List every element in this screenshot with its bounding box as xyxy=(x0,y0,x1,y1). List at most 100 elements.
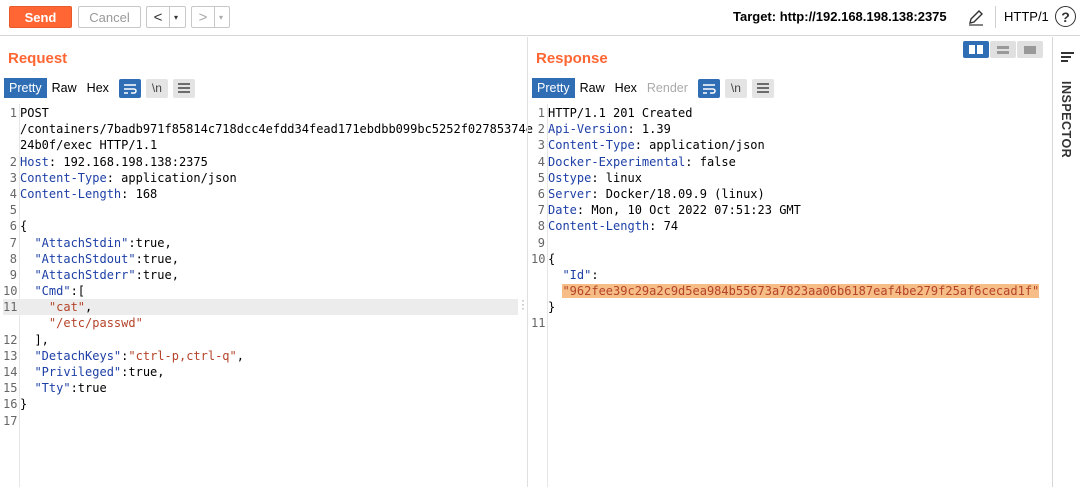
code-text[interactable]: } xyxy=(20,396,27,412)
http-version-label[interactable]: HTTP/1 xyxy=(1004,9,1049,24)
code-line[interactable]: 6{ xyxy=(3,218,518,234)
code-text[interactable]: Content-Type: application/json xyxy=(548,137,765,153)
back-dropdown-icon[interactable]: ▾ xyxy=(169,7,182,27)
menu-icon[interactable] xyxy=(172,78,195,98)
request-tab-raw[interactable]: Raw xyxy=(47,78,82,98)
code-line[interactable]: 14 "Privileged":true, xyxy=(3,364,518,380)
show-newlines-button[interactable]: \n xyxy=(145,78,168,98)
code-text[interactable]: { xyxy=(20,218,27,234)
code-line[interactable]: 1 HTTP/1.1 201 Created xyxy=(531,105,1046,121)
code-line[interactable]: 8 Content-Length: 74 xyxy=(531,218,1046,234)
code-text[interactable]: Date: Mon, 10 Oct 2022 07:51:23 GMT xyxy=(548,202,801,218)
toolbar-separator xyxy=(995,6,996,28)
code-text[interactable]: "/etc/passwd" xyxy=(20,315,143,331)
code-text[interactable]: "AttachStderr":true, xyxy=(20,267,179,283)
code-line[interactable]: 11 "cat", xyxy=(3,299,518,316)
hamburger-icon[interactable] xyxy=(1061,52,1074,64)
forward-arrow-icon[interactable]: > xyxy=(192,7,214,27)
code-line[interactable]: 2 Host: 192.168.198.138:2375 xyxy=(3,154,518,170)
code-text[interactable]: "Privileged":true, xyxy=(20,364,164,380)
split-rows-icon[interactable] xyxy=(990,41,1016,58)
response-tab-render[interactable]: Render xyxy=(642,78,693,98)
code-text[interactable]: 24b0f/exec HTTP/1.1 xyxy=(20,137,157,153)
code-line[interactable]: 24b0f/exec HTTP/1.1 xyxy=(3,137,518,153)
code-text[interactable]: "Cmd":[ xyxy=(20,283,85,299)
code-text[interactable]: HTTP/1.1 201 Created xyxy=(548,105,693,121)
code-line[interactable]: } xyxy=(531,299,1046,315)
code-line[interactable]: 15 "Tty":true xyxy=(3,380,518,396)
code-line[interactable]: 8 "AttachStdout":true, xyxy=(3,251,518,267)
code-text[interactable]: "AttachStdout":true, xyxy=(20,251,179,267)
pane-divider[interactable] xyxy=(527,37,528,487)
code-line[interactable]: 3 Content-Type: application/json xyxy=(3,170,518,186)
code-text[interactable]: "DetachKeys":"ctrl-p,ctrl-q", xyxy=(20,348,244,364)
help-icon[interactable]: ? xyxy=(1055,6,1076,27)
code-text[interactable]: "cat", xyxy=(20,299,92,315)
code-line[interactable]: 5 xyxy=(3,202,518,218)
code-text[interactable]: { xyxy=(548,251,555,267)
code-text[interactable]: Docker-Experimental: false xyxy=(548,154,736,170)
code-text[interactable]: "Tty":true xyxy=(20,380,106,396)
inspector-label[interactable]: INSPECTOR xyxy=(1059,81,1073,158)
code-line[interactable]: 3 Content-Type: application/json xyxy=(531,137,1046,153)
line-number: 9 xyxy=(9,267,17,282)
code-text[interactable]: ], xyxy=(20,332,48,348)
response-tab-pretty[interactable]: Pretty xyxy=(532,78,575,98)
code-line[interactable]: 12 ], xyxy=(3,332,518,348)
back-arrow-icon[interactable]: < xyxy=(147,7,169,27)
code-line[interactable]: 7 "AttachStdin":true, xyxy=(3,235,518,251)
code-line[interactable]: 10 "Cmd":[ xyxy=(3,283,518,299)
drag-handle-icon[interactable]: · · · xyxy=(521,294,525,314)
code-text[interactable]: "Id": xyxy=(548,267,598,283)
inspector-sidebar[interactable]: INSPECTOR xyxy=(1052,37,1080,487)
code-text[interactable]: Content-Length: 74 xyxy=(548,218,678,234)
wrap-lines-icon[interactable] xyxy=(118,78,141,98)
split-columns-icon[interactable] xyxy=(963,41,989,58)
code-line[interactable]: 9 xyxy=(531,235,1046,251)
request-tab-pretty[interactable]: Pretty xyxy=(4,78,47,98)
code-line[interactable]: "962fee39c29a2c9d5ea984b55673a7823aa06b6… xyxy=(531,283,1046,299)
code-line[interactable]: 6 Server: Docker/18.09.9 (linux) xyxy=(531,186,1046,202)
code-line[interactable]: 17 xyxy=(3,413,518,429)
code-text[interactable]: } xyxy=(548,299,555,315)
code-line[interactable]: "/etc/passwd" xyxy=(3,315,518,331)
wrap-lines-icon[interactable] xyxy=(697,78,720,98)
line-number: 15 xyxy=(3,381,18,396)
request-tab-hex[interactable]: Hex xyxy=(82,78,114,98)
code-text[interactable]: Server: Docker/18.09.9 (linux) xyxy=(548,186,765,202)
response-tab-hex[interactable]: Hex xyxy=(610,78,642,98)
code-line[interactable]: 7 Date: Mon, 10 Oct 2022 07:51:23 GMT xyxy=(531,202,1046,218)
code-line[interactable]: 11 xyxy=(531,315,1046,331)
code-line[interactable]: 1 POST xyxy=(3,105,518,121)
code-line[interactable]: /containers/7badb971f85814c718dcc4efdd34… xyxy=(3,121,533,137)
code-text[interactable]: Content-Length: 168 xyxy=(20,186,157,202)
cancel-button[interactable]: Cancel xyxy=(78,6,141,28)
code-line[interactable]: 4 Content-Length: 168 xyxy=(3,186,518,202)
code-line[interactable]: 16} xyxy=(3,396,518,412)
code-text[interactable]: "AttachStdin":true, xyxy=(20,235,171,251)
response-tab-raw[interactable]: Raw xyxy=(575,78,610,98)
code-line[interactable]: 9 "AttachStderr":true, xyxy=(3,267,518,283)
forward-dropdown-icon[interactable]: ▾ xyxy=(214,7,227,27)
code-text[interactable]: POST xyxy=(20,105,49,121)
code-line[interactable]: 5 Ostype: linux xyxy=(531,170,1046,186)
code-text[interactable]: "962fee39c29a2c9d5ea984b55673a7823aa06b6… xyxy=(548,283,1040,299)
code-line[interactable]: "Id": xyxy=(531,267,1046,283)
code-text[interactable]: Ostype: linux xyxy=(548,170,642,186)
request-tabs: Pretty Raw Hex \n xyxy=(4,78,195,98)
send-button[interactable]: Send xyxy=(9,6,72,28)
code-line[interactable]: 4 Docker-Experimental: false xyxy=(531,154,1046,170)
edit-target-icon[interactable] xyxy=(966,7,986,27)
menu-icon[interactable] xyxy=(751,78,774,98)
show-newlines-button[interactable]: \n xyxy=(724,78,747,98)
request-editor[interactable]: 1 POST/containers/7badb971f85814c718dcc4e… xyxy=(3,105,533,429)
code-line[interactable]: 2 Api-Version: 1.39 xyxy=(531,121,1046,137)
single-pane-icon[interactable] xyxy=(1017,41,1043,58)
code-text[interactable]: Host: 192.168.198.138:2375 xyxy=(20,154,208,170)
code-text[interactable]: Content-Type: application/json xyxy=(20,170,237,186)
response-editor[interactable]: 1 HTTP/1.1 201 Created 2 Api-Version: 1.39 3… xyxy=(531,105,1046,332)
code-line[interactable]: 10{ xyxy=(531,251,1046,267)
code-line[interactable]: 13 "DetachKeys":"ctrl-p,ctrl-q", xyxy=(3,348,518,364)
code-text[interactable]: /containers/7badb971f85814c718dcc4efdd34… xyxy=(20,121,533,137)
code-text[interactable]: Api-Version: 1.39 xyxy=(548,121,671,137)
